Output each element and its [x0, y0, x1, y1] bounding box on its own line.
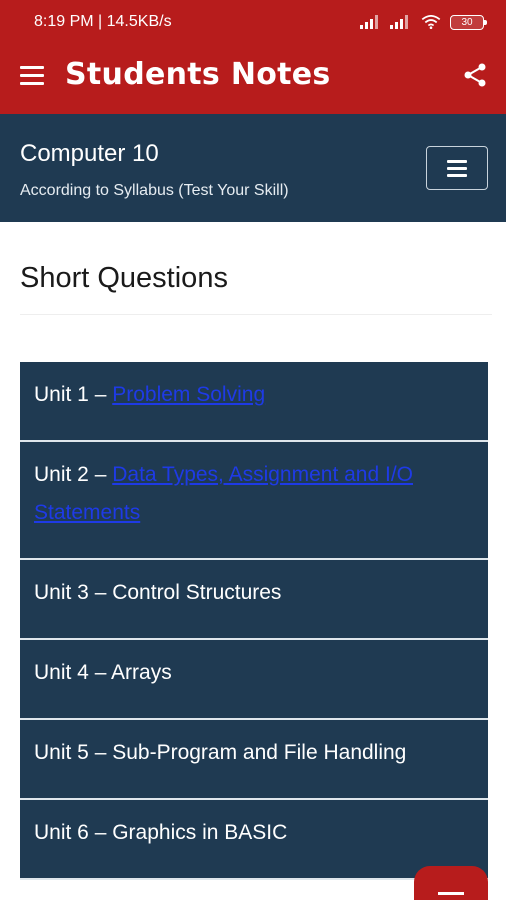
wifi-icon — [421, 15, 441, 29]
unit-item[interactable]: Unit 4 – Arrays — [20, 640, 488, 720]
unit-label: Unit 3 – Control Structures — [34, 581, 282, 604]
unit-item[interactable]: Unit 5 – Sub-Program and File Handling — [20, 720, 488, 800]
unit-prefix: Unit 2 – — [34, 463, 113, 486]
menu-fab-button[interactable] — [414, 866, 488, 900]
unit-label: Unit 4 – Arrays — [34, 661, 172, 684]
unit-label: Unit 5 – Sub-Program and File Handling — [34, 741, 407, 764]
hamburger-icon — [447, 159, 467, 163]
status-time-speed: 8:19 PM | 14.5KB/s — [34, 13, 172, 30]
unit-prefix: Unit 1 – — [34, 383, 113, 406]
share-icon[interactable] — [462, 62, 488, 88]
course-title: Computer 10 — [20, 140, 159, 167]
nav-toggle-button[interactable] — [426, 146, 488, 190]
unit-item[interactable]: Unit 6 – Graphics in BASIC — [20, 800, 488, 880]
course-subtitle: According to Syllabus (Test Your Skill) — [20, 182, 289, 199]
course-header: Computer 10 According to Syllabus (Test … — [0, 114, 506, 222]
signal-icon — [390, 15, 408, 29]
menu-icon[interactable] — [20, 66, 44, 86]
minus-icon — [438, 892, 464, 895]
section-title: Short Questions — [20, 262, 228, 294]
status-bar: 8:19 PM | 14.5KB/s 30 — [0, 0, 506, 44]
signal-icon — [360, 15, 378, 29]
unit-item[interactable]: Unit 3 – Control Structures — [20, 560, 488, 640]
status-icons: 30 — [360, 14, 487, 30]
unit-item[interactable]: Unit 1 – Problem Solving — [20, 362, 488, 442]
unit-link[interactable]: Problem Solving — [112, 383, 265, 406]
app-title: Students Notes — [65, 57, 331, 92]
unit-label: Unit 6 – Graphics in BASIC — [34, 821, 288, 844]
unit-item[interactable]: Unit 2 – Data Types, Assignment and I/O … — [20, 442, 488, 560]
divider — [20, 314, 492, 315]
battery-icon: 30 — [450, 14, 487, 30]
units-list: Unit 1 – Problem Solving Unit 2 – Data T… — [20, 362, 488, 880]
battery-level: 30 — [461, 16, 473, 28]
app-bar: Students Notes — [0, 44, 506, 114]
